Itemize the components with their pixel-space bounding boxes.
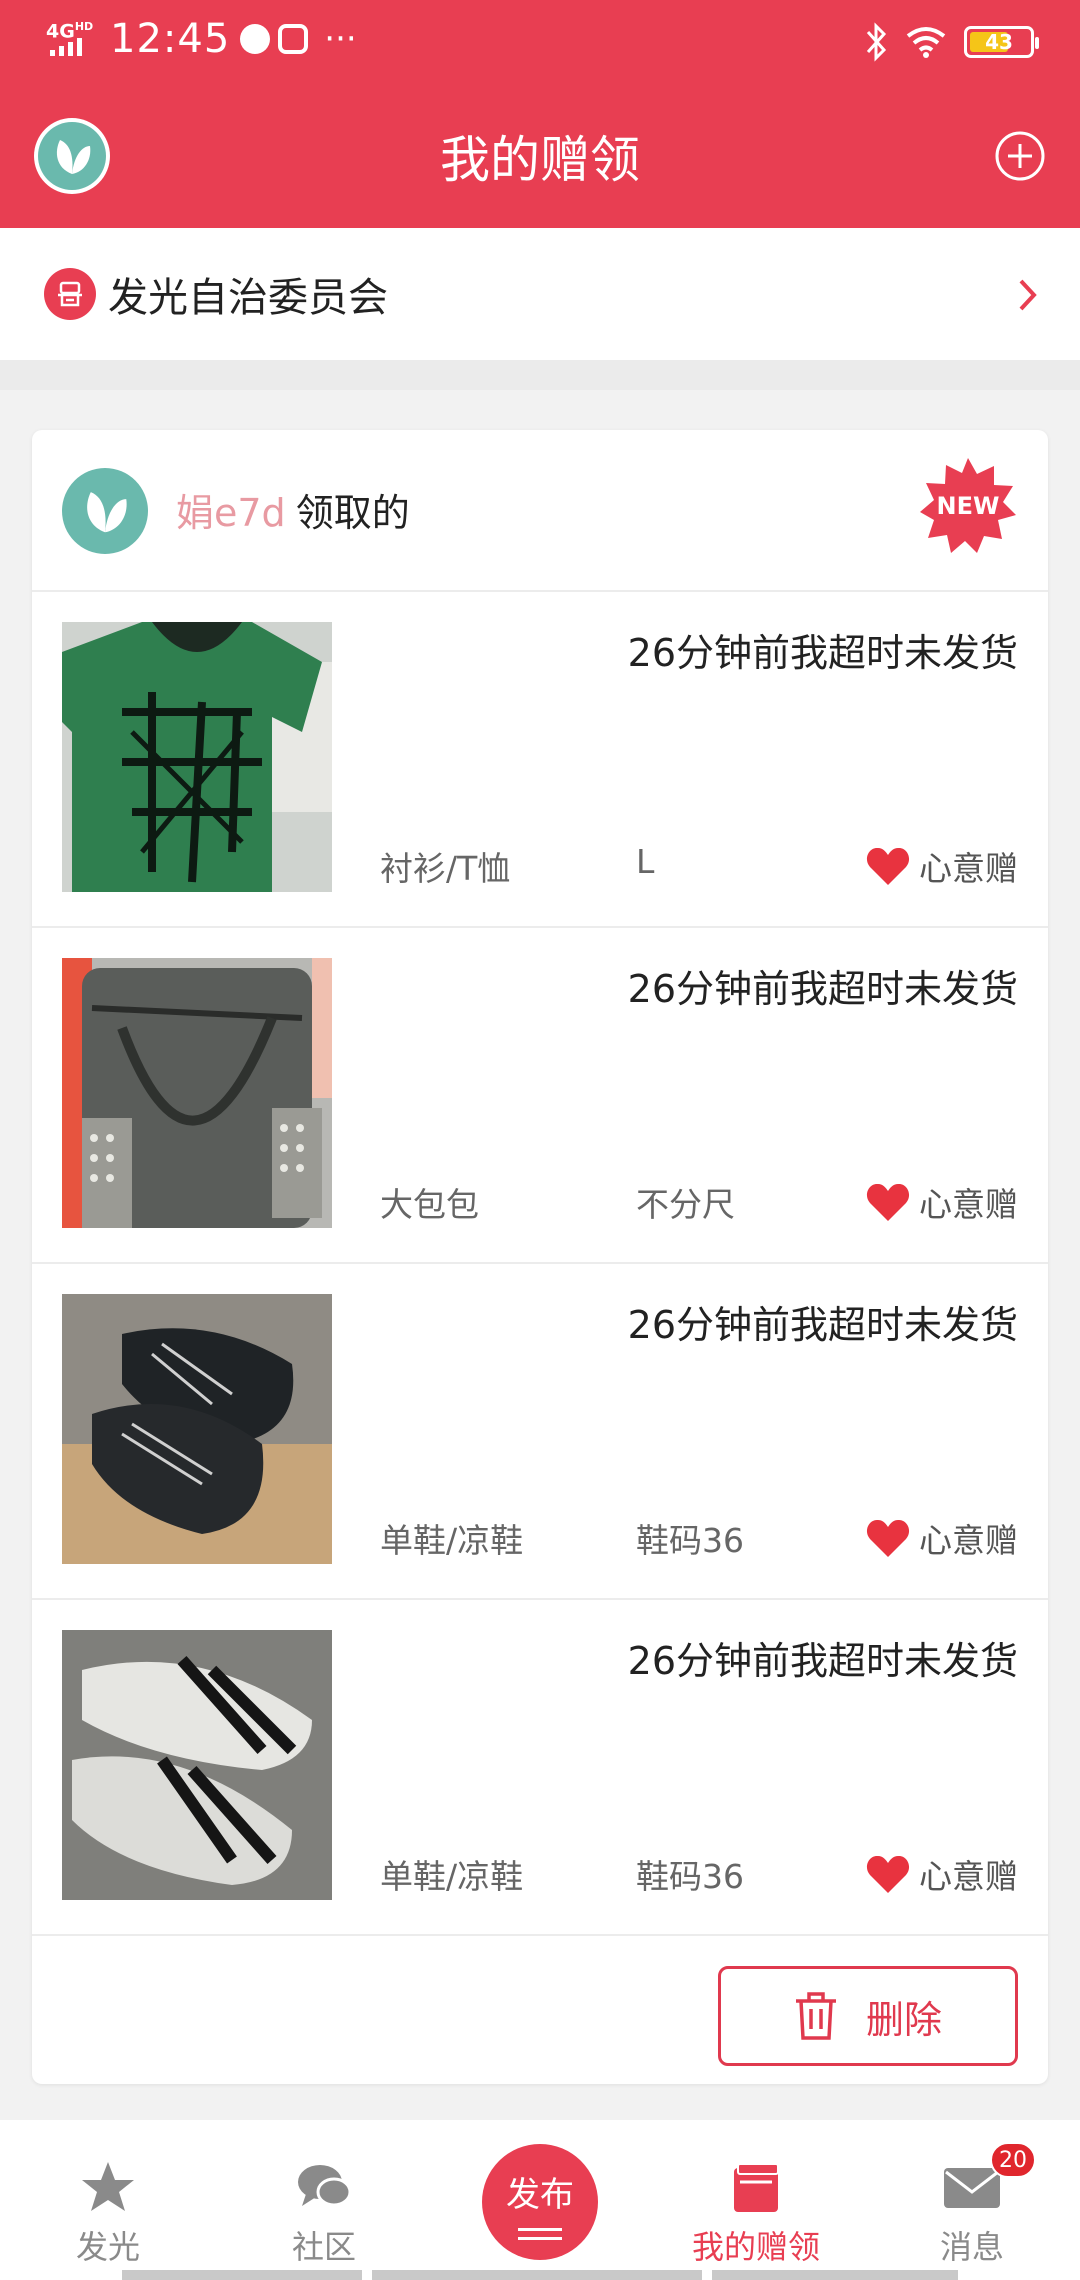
org-row[interactable]: 发光自治委员会 xyxy=(0,228,1080,360)
add-button[interactable] xyxy=(994,130,1046,182)
list-item[interactable]: 26分钟前我超时未发货 单鞋/凉鞋 鞋码36 心意赠 xyxy=(32,1600,1048,1936)
item-photo-green-tshirt[interactable] xyxy=(62,622,332,892)
message-count-badge: 20 xyxy=(990,2142,1036,2178)
list-item[interactable]: 26分钟前我超时未发货 大包包 不分尺 心意赠 xyxy=(32,928,1048,1264)
gift-type: 心意赠 xyxy=(865,842,1018,890)
card-header: 娟e7d 领取的 NEW xyxy=(32,430,1048,592)
clock: 12:45 xyxy=(110,16,231,62)
heart-icon xyxy=(866,1519,910,1557)
item-status: 26分钟前我超时未发货 xyxy=(627,967,1018,1011)
item-category: 大包包 xyxy=(380,1185,479,1224)
nav-item-faguang[interactable]: 发光 xyxy=(0,2120,216,2280)
delete-button[interactable]: 删除 xyxy=(718,1966,1018,2066)
nav-item-my-gifts[interactable]: 我的赠领 xyxy=(648,2120,864,2280)
receiver-name[interactable]: 娟e7d xyxy=(176,491,286,535)
more-notifications-icon: ··· xyxy=(324,19,357,59)
heart-icon xyxy=(866,847,910,885)
item-category: 单鞋/凉鞋 xyxy=(380,1857,524,1896)
claim-card: 娟e7d 领取的 NEW 26分钟前我超时未发货 衬衫/T恤 L 心意赠 26分… xyxy=(32,430,1048,2084)
status-bar: 4GHD 12:45 ··· 43 xyxy=(0,0,1080,84)
home-indicator xyxy=(122,2270,362,2280)
new-badge: NEW xyxy=(918,456,1018,556)
item-size: 鞋码36 xyxy=(636,1857,744,1896)
item-status: 26分钟前我超时未发货 xyxy=(627,1639,1018,1683)
home-indicator xyxy=(712,2270,958,2280)
item-size: L xyxy=(636,842,655,881)
item-category: 衬衫/T恤 xyxy=(380,849,511,888)
gift-box-icon xyxy=(734,2163,779,2212)
item-category: 单鞋/凉鞋 xyxy=(380,1521,524,1560)
list-item[interactable]: 26分钟前我超时未发货 衬衫/T恤 L 心意赠 xyxy=(32,592,1048,928)
app-header: 4GHD 12:45 ··· 43 我的赠领 xyxy=(0,0,1080,228)
receiver-line: 娟e7d 领取的 xyxy=(176,482,410,537)
receiver-suffix: 领取的 xyxy=(295,491,410,535)
item-status: 26分钟前我超时未发货 xyxy=(627,631,1018,675)
home-indicator xyxy=(372,2270,702,2280)
list-item[interactable]: 26分钟前我超时未发货 单鞋/凉鞋 鞋码36 心意赠 xyxy=(32,1264,1048,1600)
item-size: 不分尺 xyxy=(636,1185,735,1224)
gift-type: 心意赠 xyxy=(865,1514,1018,1562)
wifi-icon xyxy=(906,27,946,58)
chevron-right-icon xyxy=(1019,279,1037,311)
org-name: 发光自治委员会 xyxy=(108,275,388,321)
section-divider xyxy=(0,360,1080,390)
gift-type: 心意赠 xyxy=(865,1178,1018,1226)
chat-bubbles-icon xyxy=(298,2165,352,2207)
bluetooth-icon xyxy=(866,22,887,62)
star-icon xyxy=(82,2162,134,2211)
notification-icon xyxy=(240,24,271,54)
bottom-nav: 发光 社区 发布 我的赠领 20 消息 xyxy=(0,2120,1080,2280)
gift-type: 心意赠 xyxy=(865,1850,1018,1898)
nav-item-messages[interactable]: 20 消息 xyxy=(864,2120,1080,2280)
receiver-avatar[interactable] xyxy=(62,468,148,554)
org-building-icon xyxy=(44,268,96,320)
battery-icon: 43 xyxy=(964,26,1039,58)
item-photo-white-sneakers[interactable] xyxy=(62,1630,332,1900)
heart-icon xyxy=(866,1855,910,1893)
publish-icon xyxy=(518,2222,562,2240)
item-photo-black-shoes[interactable] xyxy=(62,1294,332,1564)
publish-button[interactable]: 发布 xyxy=(482,2144,598,2260)
item-photo-gray-leather-bag[interactable] xyxy=(62,958,332,1228)
item-status: 26分钟前我超时未发货 xyxy=(627,1303,1018,1347)
trash-icon xyxy=(795,1992,836,2040)
page-title: 我的赠领 xyxy=(440,131,640,189)
nav-item-community[interactable]: 社区 xyxy=(216,2120,432,2280)
network-indicator: 4GHD xyxy=(46,16,100,62)
item-size: 鞋码36 xyxy=(636,1521,744,1560)
app-notification-icon xyxy=(278,24,309,54)
heart-icon xyxy=(866,1183,910,1221)
